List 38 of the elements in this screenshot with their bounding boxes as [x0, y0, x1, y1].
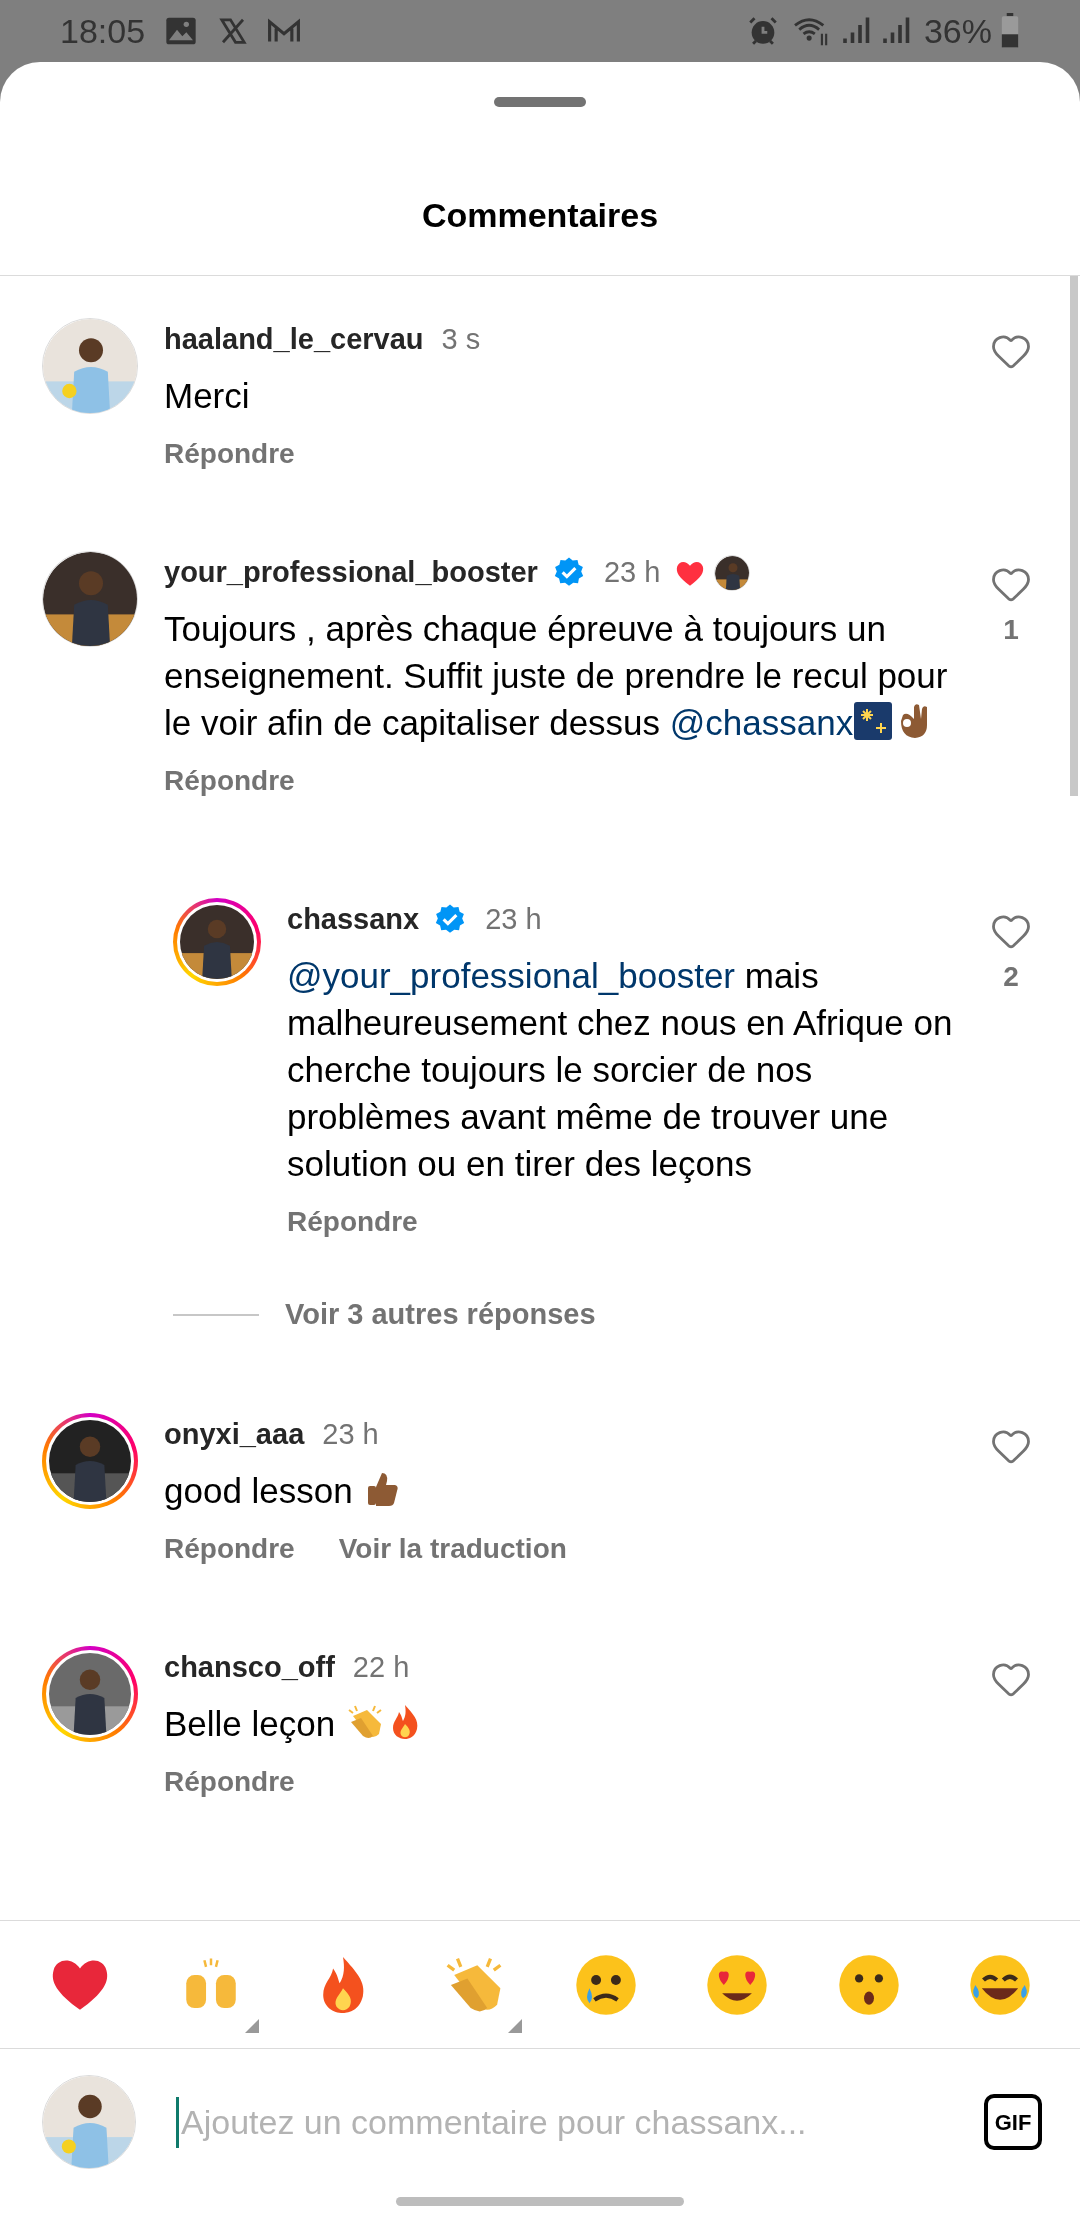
battery-icon: [1000, 13, 1020, 49]
gif-button[interactable]: GIF: [984, 2094, 1042, 2150]
reply-button[interactable]: Répondre: [164, 433, 295, 475]
comment-time: 3 s: [441, 322, 481, 358]
like-count: 1: [1003, 613, 1019, 647]
view-replies-button[interactable]: Voir 3 autres réponses: [285, 1293, 596, 1337]
username[interactable]: your_professional_booster: [164, 551, 538, 595]
comment-text: Merci: [164, 375, 251, 417]
comment-time: 23 h: [603, 555, 661, 591]
like-count: 2: [1003, 960, 1019, 994]
translate-button[interactable]: Voir la traduction: [338, 1527, 567, 1570]
username[interactable]: onyxi_aaa: [164, 1412, 305, 1457]
comment-text: good lesson: [164, 1466, 966, 1514]
signal-icon: [841, 16, 872, 46]
comment-text: @your_professional_booster mais malheureusement chez nous en Afrique on cherche toujours le sorcier de nos problèmes avant même de trouver une solution ou en tirer des leçons: [287, 955, 954, 1185]
battery-percent: 36%: [923, 10, 992, 52]
comment-time: 23 h: [322, 1416, 379, 1452]
status-time: 18:05: [60, 10, 146, 52]
signal-icon: [881, 16, 912, 46]
sheet-title: Commentaires: [421, 195, 659, 236]
drag-handle[interactable]: [494, 97, 586, 107]
username[interactable]: chansco_off: [164, 1645, 335, 1690]
comment-time: 23 h: [485, 902, 542, 938]
reply-button[interactable]: Répondre: [164, 760, 295, 802]
comment-input[interactable]: Ajoutez un commentaire pour chassanx...: [176, 2096, 964, 2148]
reply-button[interactable]: Répondre: [164, 1527, 295, 1570]
username[interactable]: chassanx: [287, 898, 420, 942]
mention-link[interactable]: @your_professional_booster: [287, 956, 735, 995]
x-logo-icon: [217, 16, 250, 46]
username[interactable]: haaland_le_cervau: [164, 318, 424, 362]
fireworks-icon: [853, 701, 894, 741]
reply-button[interactable]: Répondre: [287, 1201, 418, 1243]
mention-link[interactable]: @chassanx: [669, 703, 854, 742]
comment-text: Toujours , après chaque épreuve à toujours un enseignement. Suffit juste de prendre le recul pour le voir afin de capitaliser dessus @chassanx: [164, 608, 949, 744]
image-icon: [165, 16, 198, 46]
comment-time: 22 h: [352, 1649, 410, 1685]
reply-button[interactable]: Répondre: [164, 1760, 295, 1803]
comment-text: Belle leçon: [164, 1699, 966, 1747]
